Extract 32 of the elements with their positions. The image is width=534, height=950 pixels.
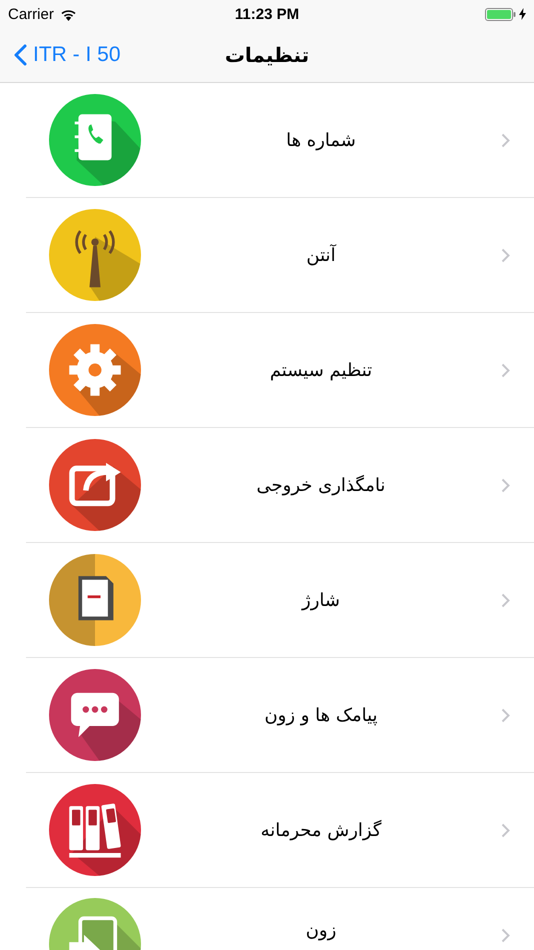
chevron-icon xyxy=(501,478,510,492)
menu-label: زون xyxy=(306,920,336,941)
menu-item[interactable]: نامگذاری خروجی xyxy=(26,428,534,543)
page-title: تنظیمات xyxy=(224,43,310,67)
menu-label: تنظیم سیستم xyxy=(270,360,372,380)
charging-icon xyxy=(519,8,526,20)
chevron-icon xyxy=(501,248,510,262)
menu-item[interactable]: آنتن xyxy=(26,198,534,313)
chevron-icon xyxy=(501,362,510,378)
menu-label: پیامک ها و زون xyxy=(264,704,378,726)
wifi-icon xyxy=(60,8,77,20)
chevron-icon xyxy=(501,822,510,838)
clock-time: 11:23 PM xyxy=(234,6,300,22)
back-button[interactable]: ITR - I 50 xyxy=(14,41,121,69)
menu-item[interactable]: شارژ xyxy=(26,543,534,658)
back-chevron-icon xyxy=(14,44,27,66)
carrier-label: Carrier xyxy=(8,6,54,22)
menu-label: شارژ xyxy=(302,590,340,610)
menu-item[interactable]: تنظیم سیستم xyxy=(26,313,534,428)
chevron-icon xyxy=(501,592,510,608)
battery-icon xyxy=(485,8,516,20)
menu-label: شماره ها xyxy=(286,130,356,150)
menu-item[interactable]: شماره ها xyxy=(26,83,534,198)
menu-item[interactable]: گزارش محرمانه xyxy=(26,773,534,888)
chevron-icon xyxy=(501,928,510,943)
menu-label: گزارش محرمانه xyxy=(260,820,382,840)
menu-label: نامگذاری خروجی xyxy=(256,474,386,496)
menu-label: آنتن xyxy=(306,244,336,266)
chevron-icon xyxy=(501,132,510,148)
menu-item[interactable]: زون xyxy=(26,888,534,950)
chevron-icon xyxy=(501,708,510,722)
menu-item[interactable]: پیامک ها و زون xyxy=(26,658,534,773)
